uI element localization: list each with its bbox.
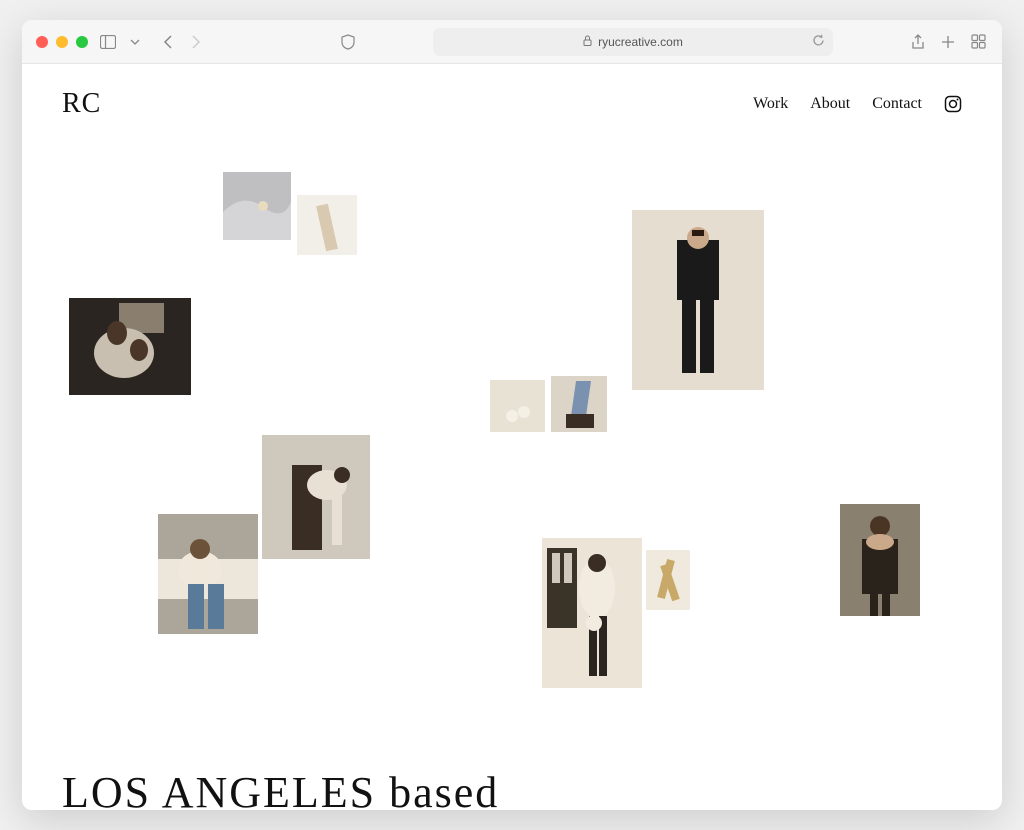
- chrome-right-icons: [908, 32, 988, 52]
- plus-icon: [941, 35, 955, 49]
- gallery-photo[interactable]: [646, 550, 690, 610]
- browser-window: ryucreative.com RC Work Abou: [22, 20, 1002, 810]
- gallery-photo[interactable]: [632, 210, 764, 390]
- back-button[interactable]: [156, 32, 180, 52]
- close-window-button[interactable]: [36, 36, 48, 48]
- gallery-photo[interactable]: [69, 298, 191, 395]
- gallery-photo[interactable]: [840, 504, 920, 616]
- sidebar-toggle-button[interactable]: [98, 32, 118, 52]
- tab-dropdown-button[interactable]: [128, 32, 142, 52]
- tabs-icon: [971, 34, 986, 49]
- traffic-lights: [36, 36, 88, 48]
- share-icon: [911, 34, 925, 50]
- nav-about[interactable]: About: [810, 95, 850, 113]
- forward-icon: [191, 35, 201, 49]
- logo[interactable]: RC: [62, 88, 101, 120]
- gallery-photo[interactable]: [223, 172, 291, 240]
- instagram-icon: [944, 95, 962, 113]
- refresh-icon: [812, 34, 825, 47]
- gallery-photo[interactable]: [297, 195, 357, 255]
- refresh-button[interactable]: [812, 34, 825, 50]
- hero-headline: LOS ANGELES based: [62, 767, 499, 810]
- gallery: [22, 130, 1002, 770]
- url-bar-wrapper: ryucreative.com: [368, 28, 898, 56]
- privacy-shield-button[interactable]: [338, 32, 358, 52]
- url-bar[interactable]: ryucreative.com: [433, 28, 833, 56]
- back-icon: [163, 35, 173, 49]
- gallery-photo[interactable]: [158, 514, 258, 634]
- nav-work[interactable]: Work: [753, 95, 788, 113]
- forward-button[interactable]: [184, 32, 208, 52]
- gallery-photo[interactable]: [490, 380, 545, 432]
- minimize-window-button[interactable]: [56, 36, 68, 48]
- main-nav: Work About Contact: [753, 95, 962, 113]
- nav-contact[interactable]: Contact: [872, 95, 922, 113]
- tab-overview-button[interactable]: [968, 32, 988, 52]
- url-text: ryucreative.com: [598, 35, 683, 49]
- site-header: RC Work About Contact: [22, 64, 1002, 130]
- instagram-link[interactable]: [944, 95, 962, 113]
- gallery-photo[interactable]: [542, 538, 642, 688]
- new-tab-button[interactable]: [938, 32, 958, 52]
- shield-icon: [341, 34, 355, 50]
- maximize-window-button[interactable]: [76, 36, 88, 48]
- lock-icon: [583, 35, 592, 49]
- page-content: RC Work About Contact LOS ANGELES b: [22, 64, 1002, 810]
- browser-chrome: ryucreative.com: [22, 20, 1002, 64]
- gallery-photo[interactable]: [551, 376, 607, 432]
- share-button[interactable]: [908, 32, 928, 52]
- nav-buttons: [156, 32, 208, 52]
- chevron-down-icon: [130, 39, 140, 45]
- gallery-photo[interactable]: [262, 435, 370, 559]
- sidebar-icon: [100, 35, 116, 49]
